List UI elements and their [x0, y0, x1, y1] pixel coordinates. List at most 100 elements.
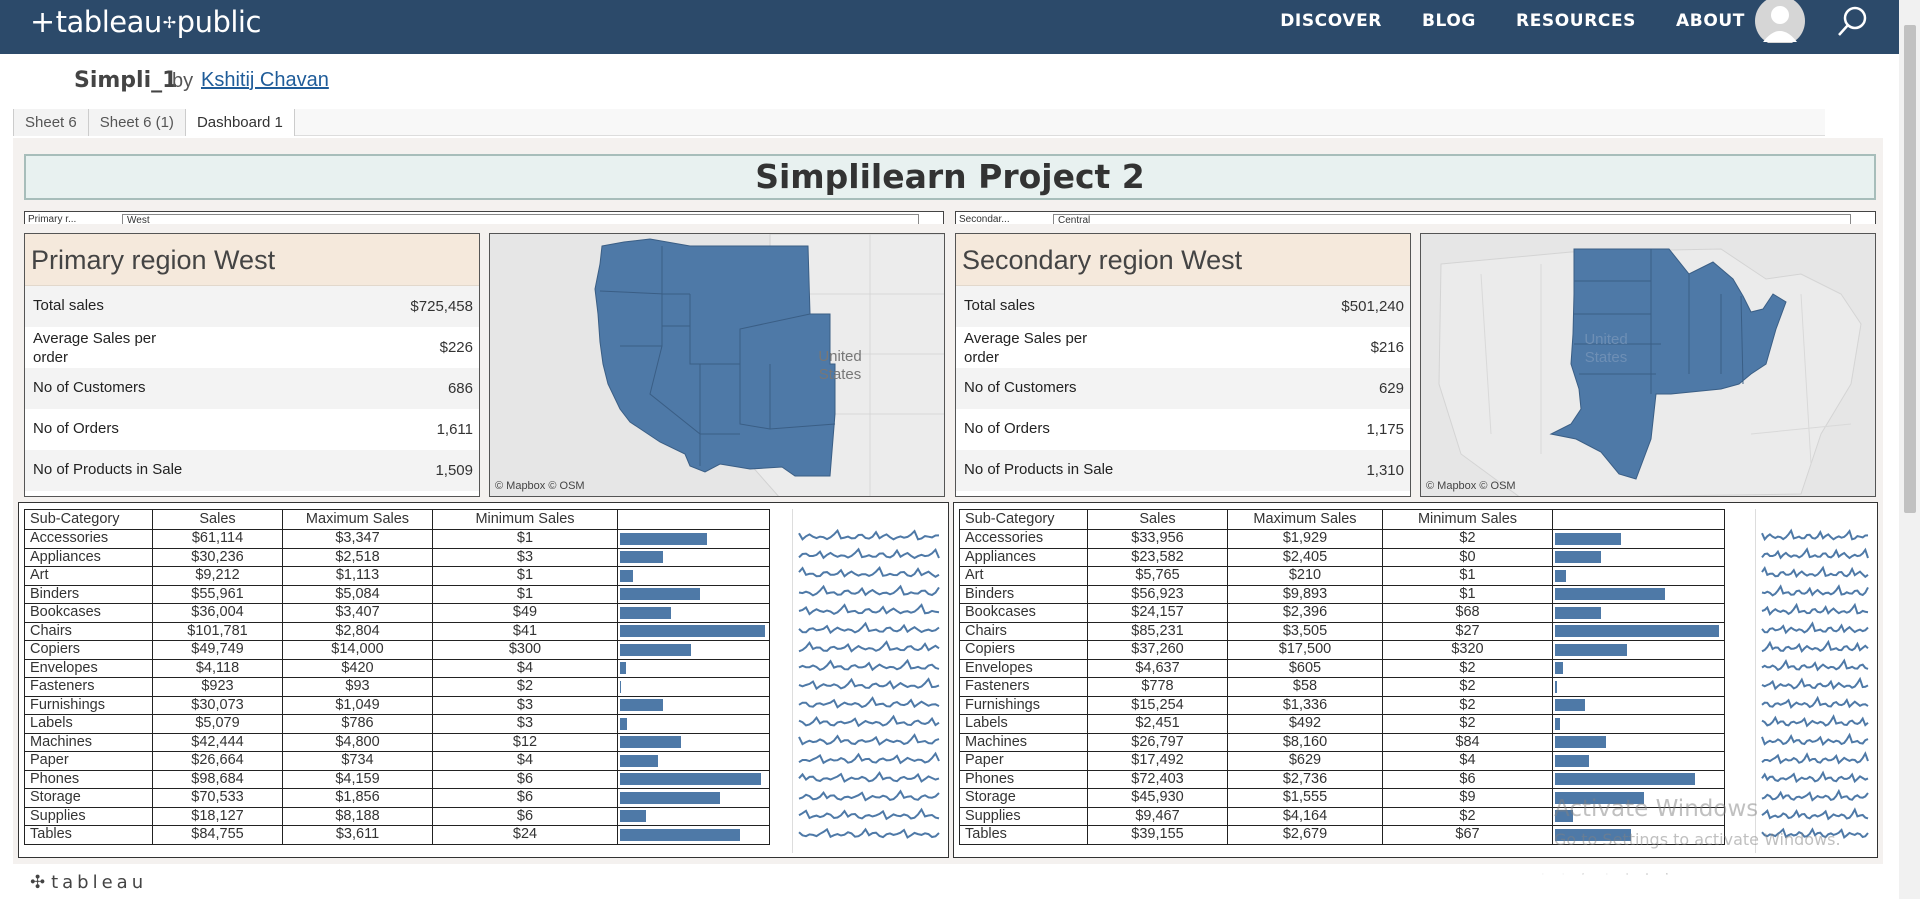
fullscreen-icon[interactable] [1666, 873, 1668, 875]
tab-sheet-6[interactable]: Sheet 6 [13, 109, 89, 136]
sales-bar[interactable] [1555, 588, 1665, 601]
revert-icon[interactable] [1582, 873, 1584, 875]
nav-link-resources[interactable]: RESOURCES [1516, 11, 1636, 31]
sales-bar-cell[interactable] [617, 714, 770, 734]
sparkline[interactable] [798, 584, 940, 597]
table-row[interactable]: Fasteners $778 $58 $2 [959, 677, 1725, 697]
nav-link-blog[interactable]: BLOG [1422, 11, 1476, 31]
sparkline[interactable] [1761, 714, 1869, 728]
sales-bar-cell[interactable] [617, 825, 770, 845]
sparkline[interactable] [798, 677, 940, 691]
sales-bar-cell[interactable] [1552, 621, 1725, 641]
table-row[interactable]: Accessories $61,114 $3,347 $1 [24, 529, 770, 549]
share-icon[interactable] [1626, 873, 1628, 875]
search-icon[interactable] [1836, 4, 1870, 38]
col-header-max-sales[interactable]: Maximum Sales [282, 509, 433, 530]
sales-bar[interactable] [620, 699, 664, 712]
sales-bar[interactable] [1555, 551, 1601, 564]
table-row[interactable]: Tables $84,755 $3,611 $24 [24, 825, 770, 845]
table-row[interactable]: Appliances $23,582 $2,405 $0 [959, 547, 1725, 567]
table-row[interactable]: Phones $72,403 $2,736 $6 [959, 769, 1725, 789]
sales-bar[interactable] [620, 625, 765, 638]
sales-bar-cell[interactable] [1552, 732, 1725, 752]
table-row[interactable]: Storage $70,533 $1,856 $6 [24, 788, 770, 808]
sales-bar-cell[interactable] [1552, 658, 1725, 678]
sparkline[interactable] [1761, 602, 1869, 616]
author-link[interactable]: Kshitij Chavan [201, 69, 329, 92]
sales-bar-cell[interactable] [617, 658, 770, 678]
sales-bar[interactable] [620, 606, 671, 619]
col-header-subcategory[interactable]: Sub-Category [959, 509, 1088, 530]
sparkline[interactable] [798, 827, 940, 839]
sparkline[interactable] [1761, 621, 1869, 635]
sales-bar[interactable] [1555, 773, 1695, 786]
table-row[interactable]: Paper $26,664 $734 $4 [24, 751, 770, 771]
sparkline[interactable] [798, 621, 940, 635]
sales-bar-cell[interactable] [1552, 547, 1725, 567]
col-header-sales[interactable]: Sales [152, 509, 283, 530]
sparkline[interactable] [798, 770, 940, 783]
table-row[interactable]: Machines $42,444 $4,800 $12 [24, 732, 770, 752]
primary-region-map[interactable]: United States © Mapbox © OSM [489, 233, 945, 497]
sales-bar-cell[interactable] [1552, 640, 1725, 660]
tableau-footer-logo[interactable]: ✣ tableau [30, 872, 147, 893]
sparkline[interactable] [798, 696, 940, 709]
sparkline[interactable] [798, 751, 940, 765]
table-row[interactable]: Art $5,765 $210 $1 [959, 566, 1725, 586]
sales-bar[interactable] [620, 717, 628, 730]
tableau-public-logo[interactable]: + tableau ✢ public [30, 4, 261, 40]
sales-bar[interactable] [620, 643, 692, 656]
sparkline[interactable] [798, 547, 940, 560]
sales-bar-cell[interactable] [1552, 566, 1725, 586]
sales-bar[interactable] [1555, 569, 1567, 582]
sparkline[interactable] [1761, 528, 1869, 542]
table-row[interactable]: Supplies $18,127 $8,188 $6 [24, 806, 770, 826]
first-page-icon[interactable] [1606, 873, 1608, 875]
sales-bar-cell[interactable] [617, 529, 770, 549]
sales-bar[interactable] [1555, 754, 1590, 767]
sales-bar-cell[interactable] [617, 806, 770, 826]
sparkline[interactable] [1761, 584, 1869, 597]
sales-bar-cell[interactable] [617, 788, 770, 808]
primary-sparklines[interactable] [792, 509, 944, 853]
table-row[interactable]: Copiers $49,749 $14,000 $300 [24, 640, 770, 660]
table-row[interactable]: Labels $5,079 $786 $3 [24, 714, 770, 734]
sparkline[interactable] [798, 789, 940, 802]
sales-bar-cell[interactable] [617, 751, 770, 771]
sales-bar-cell[interactable] [617, 640, 770, 660]
sales-bar[interactable] [620, 569, 634, 582]
table-row[interactable]: Bookcases $36,004 $3,407 $49 [24, 603, 770, 623]
sparkline[interactable] [1761, 639, 1869, 654]
col-header-subcategory[interactable]: Sub-Category [24, 509, 153, 530]
map-attribution[interactable]: © Mapbox © OSM [1426, 480, 1516, 492]
table-row[interactable]: Labels $2,451 $492 $2 [959, 714, 1725, 734]
sales-bar[interactable] [1555, 717, 1560, 730]
sparkline[interactable] [1761, 676, 1869, 691]
sparkline[interactable] [1761, 751, 1869, 765]
table-row[interactable]: Chairs $101,781 $2,804 $41 [24, 621, 770, 641]
sales-bar[interactable] [620, 828, 741, 841]
sales-bar[interactable] [1555, 662, 1564, 675]
secondary-sparklines[interactable] [1755, 509, 1873, 853]
sales-bar-cell[interactable] [1552, 584, 1725, 604]
table-row[interactable]: Copiers $37,260 $17,500 $320 [959, 640, 1725, 660]
sales-bar-cell[interactable] [1552, 603, 1725, 623]
secondary-filter-value[interactable]: Central [1053, 214, 1851, 224]
sales-bar[interactable] [620, 662, 626, 675]
sparkline[interactable] [798, 565, 940, 578]
nav-link-about[interactable]: ABOUT [1676, 11, 1745, 31]
table-row[interactable]: Furnishings $30,073 $1,049 $3 [24, 695, 770, 715]
sales-bar[interactable] [1555, 736, 1606, 749]
col-header-min-sales[interactable]: Minimum Sales [1382, 509, 1553, 530]
table-row[interactable]: Accessories $33,956 $1,929 $2 [959, 529, 1725, 549]
sales-bar-cell[interactable] [617, 677, 770, 697]
sparkline[interactable] [798, 807, 940, 821]
table-row[interactable]: Machines $26,797 $8,160 $84 [959, 732, 1725, 752]
sales-bar-cell[interactable] [1552, 677, 1725, 697]
sales-bar[interactable] [1555, 625, 1720, 638]
user-avatar-icon[interactable] [1755, 0, 1805, 43]
table-row[interactable]: Chairs $85,231 $3,505 $27 [959, 621, 1725, 641]
sparkline[interactable] [1761, 788, 1869, 802]
primary-filter-value[interactable]: West [122, 214, 919, 224]
sales-bar[interactable] [1555, 532, 1621, 545]
